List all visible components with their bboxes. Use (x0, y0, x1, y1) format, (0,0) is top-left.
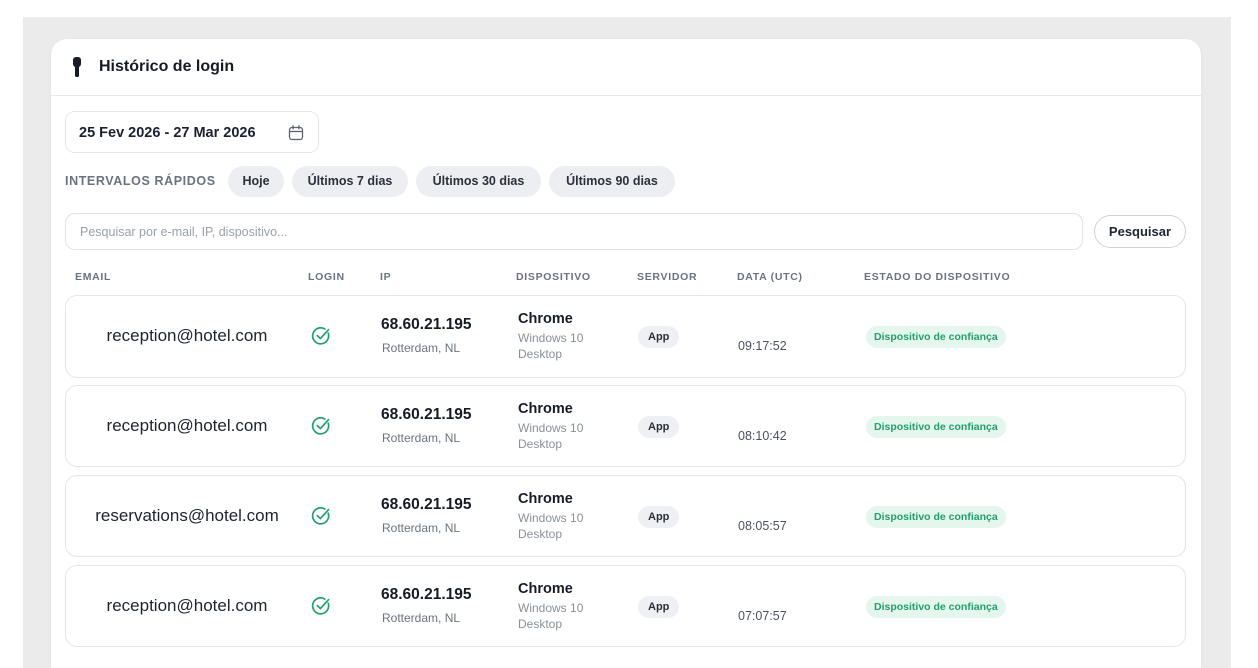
key-icon (73, 57, 81, 77)
server-badge: App (638, 596, 680, 618)
server-badge: App (638, 326, 680, 348)
row-email: reception@hotel.com (106, 596, 268, 615)
row-location: Rotterdam, NL (382, 521, 461, 535)
search-button[interactable]: Pesquisar (1094, 215, 1186, 248)
quick-range-today[interactable]: Hoje (228, 166, 284, 197)
table-row[interactable]: reception@hotel.com 68.60.21.195 Rotterd… (65, 385, 1186, 467)
status-badge: Dispositivo de confiança (866, 506, 1006, 528)
row-device-type: Desktop (518, 617, 563, 631)
server-badge: App (638, 506, 680, 528)
quick-ranges-label: INTERVALOS RÁPIDOS (65, 174, 216, 188)
row-time: 08:10:42 (738, 429, 787, 443)
row-browser: Chrome (518, 311, 573, 327)
search-input[interactable] (65, 213, 1083, 250)
row-location: Rotterdam, NL (382, 611, 461, 625)
row-location: Rotterdam, NL (382, 431, 461, 445)
row-os: Windows 10 (518, 511, 584, 525)
server-badge: App (638, 416, 680, 438)
table-row[interactable]: reception@hotel.com 68.60.21.195 Rotterd… (65, 565, 1186, 647)
row-browser: Chrome (518, 401, 573, 417)
row-os: Windows 10 (518, 421, 584, 435)
row-email: reception@hotel.com (106, 326, 268, 345)
row-browser: Chrome (518, 491, 573, 507)
quick-range-7-days[interactable]: Últimos 7 dias (292, 166, 408, 197)
quick-range-90-days[interactable]: Últimos 90 dias (549, 166, 675, 197)
check-circle-icon (311, 506, 330, 525)
row-location: Rotterdam, NL (382, 341, 461, 355)
status-badge: Dispositivo de confiança (866, 416, 1006, 438)
row-ip: 68.60.21.195 (381, 406, 472, 423)
row-email: reception@hotel.com (106, 416, 268, 435)
calendar-icon[interactable] (288, 125, 304, 141)
status-badge: Dispositivo de confiança (866, 326, 1006, 348)
column-header-device-status: ESTADO DO DISPOSITIVO (864, 271, 1011, 283)
row-device-type: Desktop (518, 527, 563, 541)
check-circle-icon (311, 416, 330, 435)
row-time: 09:17:52 (738, 339, 787, 353)
table-row[interactable]: reception@hotel.com 68.60.21.195 Rotterd… (65, 295, 1186, 378)
quick-range-30-days[interactable]: Últimos 30 dias (416, 166, 541, 197)
card-header: Histórico de login (51, 39, 1201, 96)
row-os: Windows 10 (518, 601, 584, 615)
check-circle-icon (311, 326, 330, 345)
row-os: Windows 10 (518, 331, 584, 345)
column-header-ip: IP (380, 271, 392, 283)
table-row[interactable]: reservations@hotel.com 68.60.21.195 Rott… (65, 475, 1186, 557)
login-history-card: Histórico de login 25 Fev 2026 - 27 Mar … (51, 39, 1201, 668)
row-time: 08:05:57 (738, 519, 787, 533)
row-email: reservations@hotel.com (95, 506, 279, 525)
row-device-type: Desktop (518, 437, 563, 451)
page-title: Histórico de login (99, 58, 235, 75)
row-ip: 68.60.21.195 (381, 496, 472, 513)
row-browser: Chrome (518, 581, 573, 597)
column-header-email: EMAIL (75, 271, 112, 283)
check-circle-icon (311, 596, 330, 615)
column-header-device: DISPOSITIVO (516, 271, 591, 283)
column-header-server: SERVIDOR (637, 271, 698, 283)
date-range-picker[interactable]: 25 Fev 2026 - 27 Mar 2026 (65, 111, 319, 153)
row-time: 07:07:57 (738, 609, 787, 623)
date-range-label: 25 Fev 2026 - 27 Mar 2026 (79, 125, 256, 141)
row-ip: 68.60.21.195 (381, 586, 472, 603)
status-badge: Dispositivo de confiança (866, 596, 1006, 618)
row-device-type: Desktop (518, 347, 563, 361)
column-header-login: LOGIN (308, 271, 345, 283)
column-header-date: DATA (UTC) (737, 271, 803, 283)
row-ip: 68.60.21.195 (381, 316, 472, 333)
